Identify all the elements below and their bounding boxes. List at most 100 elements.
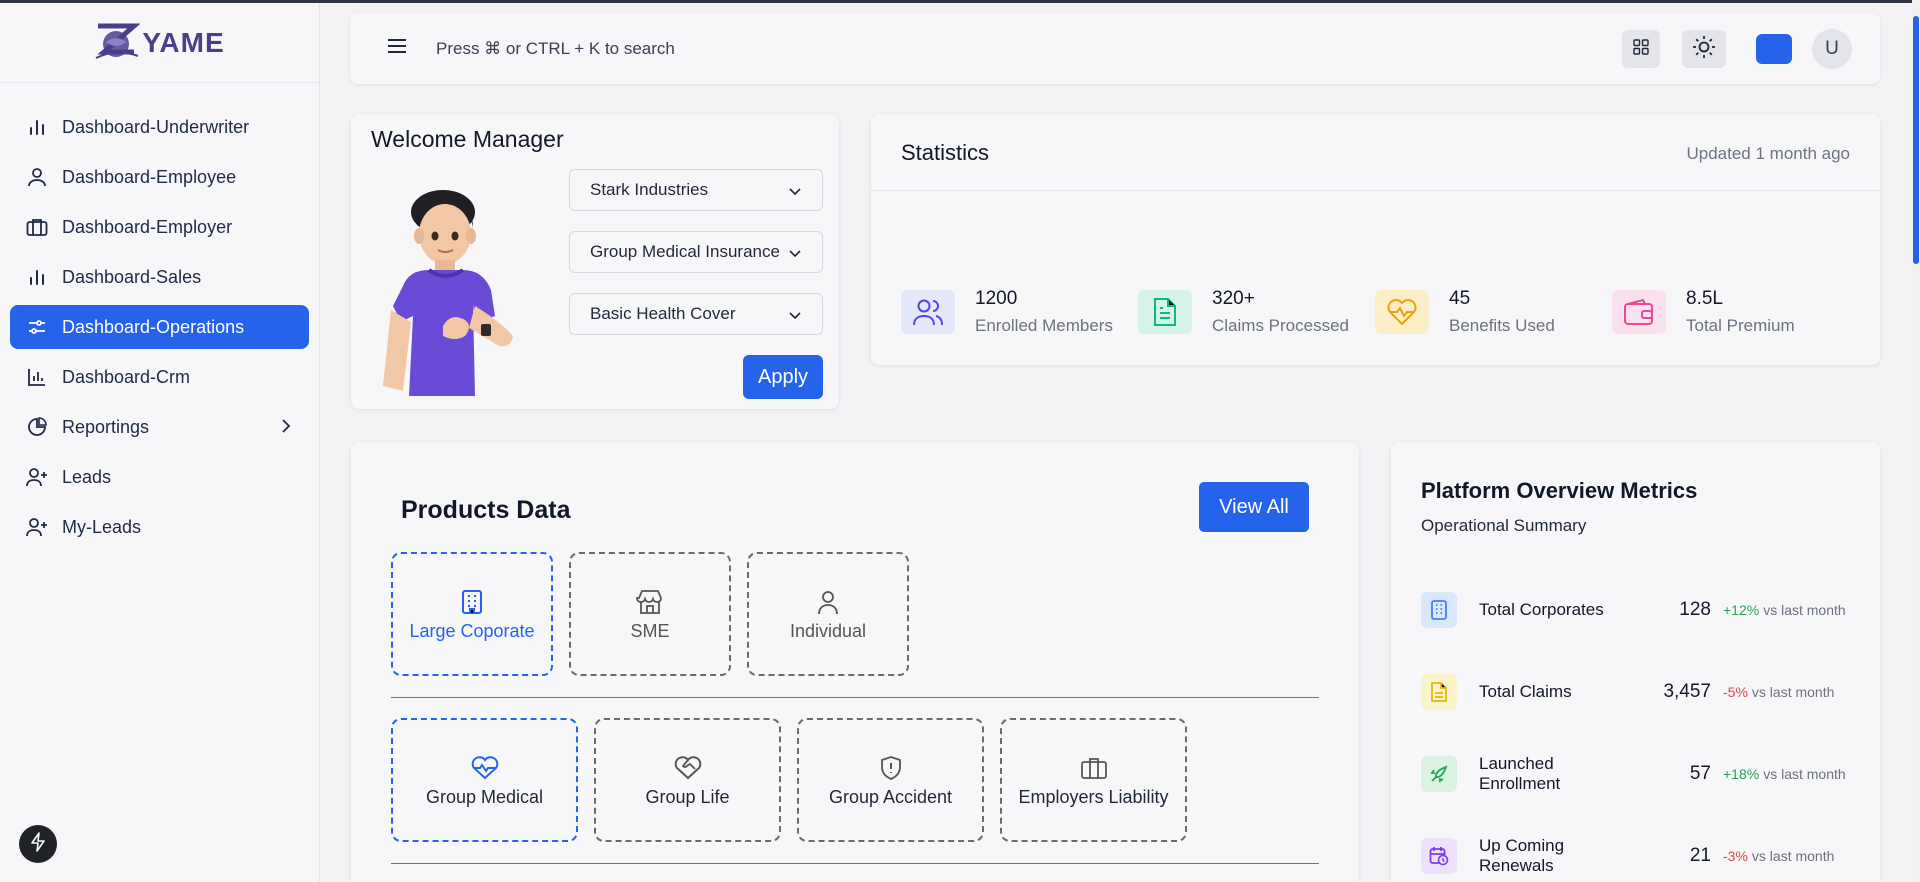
product-select-value: Group Medical Insurance	[590, 242, 780, 261]
briefcase-icon	[1080, 753, 1108, 783]
user-icon	[26, 166, 48, 188]
sidebar-item-leads[interactable]: Leads	[10, 455, 309, 499]
topbar: Press ⌘ or CTRL + K to search U	[350, 13, 1880, 84]
apps-button[interactable]	[1622, 30, 1660, 68]
product-tile-group-life[interactable]: Group Life	[594, 718, 781, 842]
chevron-right-icon	[279, 417, 293, 440]
divider	[391, 697, 1319, 698]
metric-upcoming-renewals: Up Coming Renewals 21 -3% vs last month	[1421, 836, 1851, 875]
sidebar-item-dashboard-employee[interactable]: Dashboard-Employee	[10, 155, 309, 199]
page-scrollbar-thumb[interactable]	[1913, 16, 1919, 264]
briefcase-icon	[26, 216, 48, 238]
grid-icon	[1633, 38, 1649, 60]
sidebar-item-label: Reportings	[62, 416, 150, 437]
welcome-title: Welcome Manager	[371, 126, 564, 152]
logo-text: YAME	[142, 26, 225, 58]
theme-toggle-button[interactable]	[1682, 30, 1726, 68]
apply-button[interactable]: Apply	[743, 355, 823, 399]
products-card: Products Data View All Large Coporate SM…	[351, 442, 1359, 882]
stat-enrolled-members: 1200 Enrolled Members	[901, 288, 1113, 336]
sidebar-item-label: Dashboard-Operations	[62, 316, 245, 337]
quick-action-button[interactable]	[19, 825, 57, 863]
building-icon	[460, 587, 484, 617]
metric-value: 57	[1689, 763, 1711, 784]
metric-vs-label: vs last month	[1763, 766, 1846, 782]
metric-total-corporates: Total Corporates 128 +12% vs last month	[1421, 592, 1851, 628]
sidebar-nav: Dashboard-Underwriter Dashboard-Employee…	[0, 83, 319, 549]
tile-label: Employers Liability	[1018, 786, 1169, 807]
users-icon	[901, 290, 955, 334]
sidebar-item-dashboard-operations[interactable]: Dashboard-Operations	[10, 305, 309, 349]
avatar[interactable]: U	[1812, 29, 1852, 69]
chevron-down-icon	[788, 307, 802, 327]
sidebar-item-dashboard-crm[interactable]: Dashboard-Crm	[10, 355, 309, 399]
logo[interactable]: YAME	[0, 3, 319, 83]
product-tile-group-medical[interactable]: Group Medical	[391, 718, 578, 842]
metric-label: Total Claims	[1479, 682, 1572, 701]
metric-vs-label: vs last month	[1751, 848, 1835, 864]
tile-label: SME	[630, 620, 670, 641]
plan-select[interactable]: Basic Health Cover	[569, 293, 823, 335]
sidebar-item-my-leads[interactable]: My-Leads	[10, 505, 309, 549]
segment-tile-sme[interactable]: SME	[569, 552, 731, 676]
product-tile-group-accident[interactable]: Group Accident	[797, 718, 984, 842]
stat-label: Claims Processed	[1212, 316, 1349, 335]
tile-label: Individual	[789, 620, 867, 641]
product-select[interactable]: Group Medical Insurance	[569, 231, 823, 273]
tile-label: Large Coporate	[409, 620, 535, 641]
sidebar-item-label: Dashboard-Sales	[62, 266, 202, 287]
segment-tile-individual[interactable]: Individual	[747, 552, 909, 676]
statistics-updated: Updated 1 month ago	[1686, 144, 1850, 163]
sidebar-item-label: Leads	[62, 466, 112, 487]
metric-value: 3,457	[1663, 681, 1711, 702]
metric-vs-label: vs last month	[1751, 684, 1835, 700]
metric-value: 21	[1689, 845, 1711, 866]
sidebar-item-dashboard-sales[interactable]: Dashboard-Sales	[10, 255, 309, 299]
rocket-icon	[1421, 756, 1457, 792]
company-select[interactable]: Stark Industries	[569, 169, 823, 211]
search-trigger[interactable]: Press ⌘ or CTRL + K to search	[436, 39, 675, 59]
sun-icon	[1692, 35, 1716, 64]
statistics-title: Statistics	[901, 140, 990, 165]
theme-color-button[interactable]	[1756, 34, 1792, 64]
metric-vs-label: vs last month	[1763, 602, 1846, 618]
sidebar-item-dashboard-underwriter[interactable]: Dashboard-Underwriter	[10, 105, 309, 149]
user-plus-icon	[26, 466, 48, 488]
welcome-card: Welcome Manager Stark Industries Group M…	[351, 114, 839, 409]
chevron-down-icon	[788, 245, 802, 265]
segment-tile-large-coporate[interactable]: Large Coporate	[391, 552, 553, 676]
stat-label: Enrolled Members	[975, 316, 1113, 335]
platform-subtitle: Operational Summary	[1421, 516, 1587, 535]
products-title: Products Data	[401, 496, 571, 524]
view-all-button[interactable]: View All	[1199, 482, 1309, 532]
company-select-value: Stark Industries	[590, 180, 709, 199]
divider	[391, 863, 1319, 864]
stat-benefits-used: 45 Benefits Used	[1375, 288, 1555, 336]
stat-value: 320+	[1212, 288, 1255, 309]
stat-label: Benefits Used	[1449, 316, 1555, 335]
heart-pulse-icon	[1375, 290, 1429, 334]
metric-change: +12%	[1723, 602, 1760, 618]
sidebar-item-dashboard-employer[interactable]: Dashboard-Employer	[10, 205, 309, 249]
metric-total-claims: Total Claims 3,457 -5% vs last month	[1421, 674, 1851, 710]
sidebar-item-label: My-Leads	[62, 516, 142, 537]
chart-icon	[26, 366, 48, 388]
plan-select-value: Basic Health Cover	[590, 304, 736, 323]
store-icon	[636, 587, 664, 617]
stat-claims-processed: 320+ Claims Processed	[1138, 288, 1349, 336]
metric-change: +18%	[1723, 766, 1760, 782]
stat-label: Total Premium	[1686, 316, 1795, 335]
lightning-icon	[29, 831, 47, 857]
heart-pulse-icon	[471, 753, 499, 783]
menu-toggle-button[interactable]	[386, 38, 408, 60]
sidebar-item-label: Dashboard-Employer	[62, 216, 233, 237]
document-icon	[1421, 674, 1457, 710]
product-tile-employers-liability[interactable]: Employers Liability	[1000, 718, 1187, 842]
metric-value: 128	[1679, 599, 1711, 620]
tile-label: Group Accident	[828, 786, 953, 807]
sidebar-item-reportings[interactable]: Reportings	[10, 405, 309, 449]
sliders-icon	[26, 316, 48, 338]
metric-change: -5%	[1723, 684, 1748, 700]
stat-value: 1200	[975, 288, 1018, 309]
stat-total-premium: 8.5L Total Premium	[1612, 288, 1795, 336]
